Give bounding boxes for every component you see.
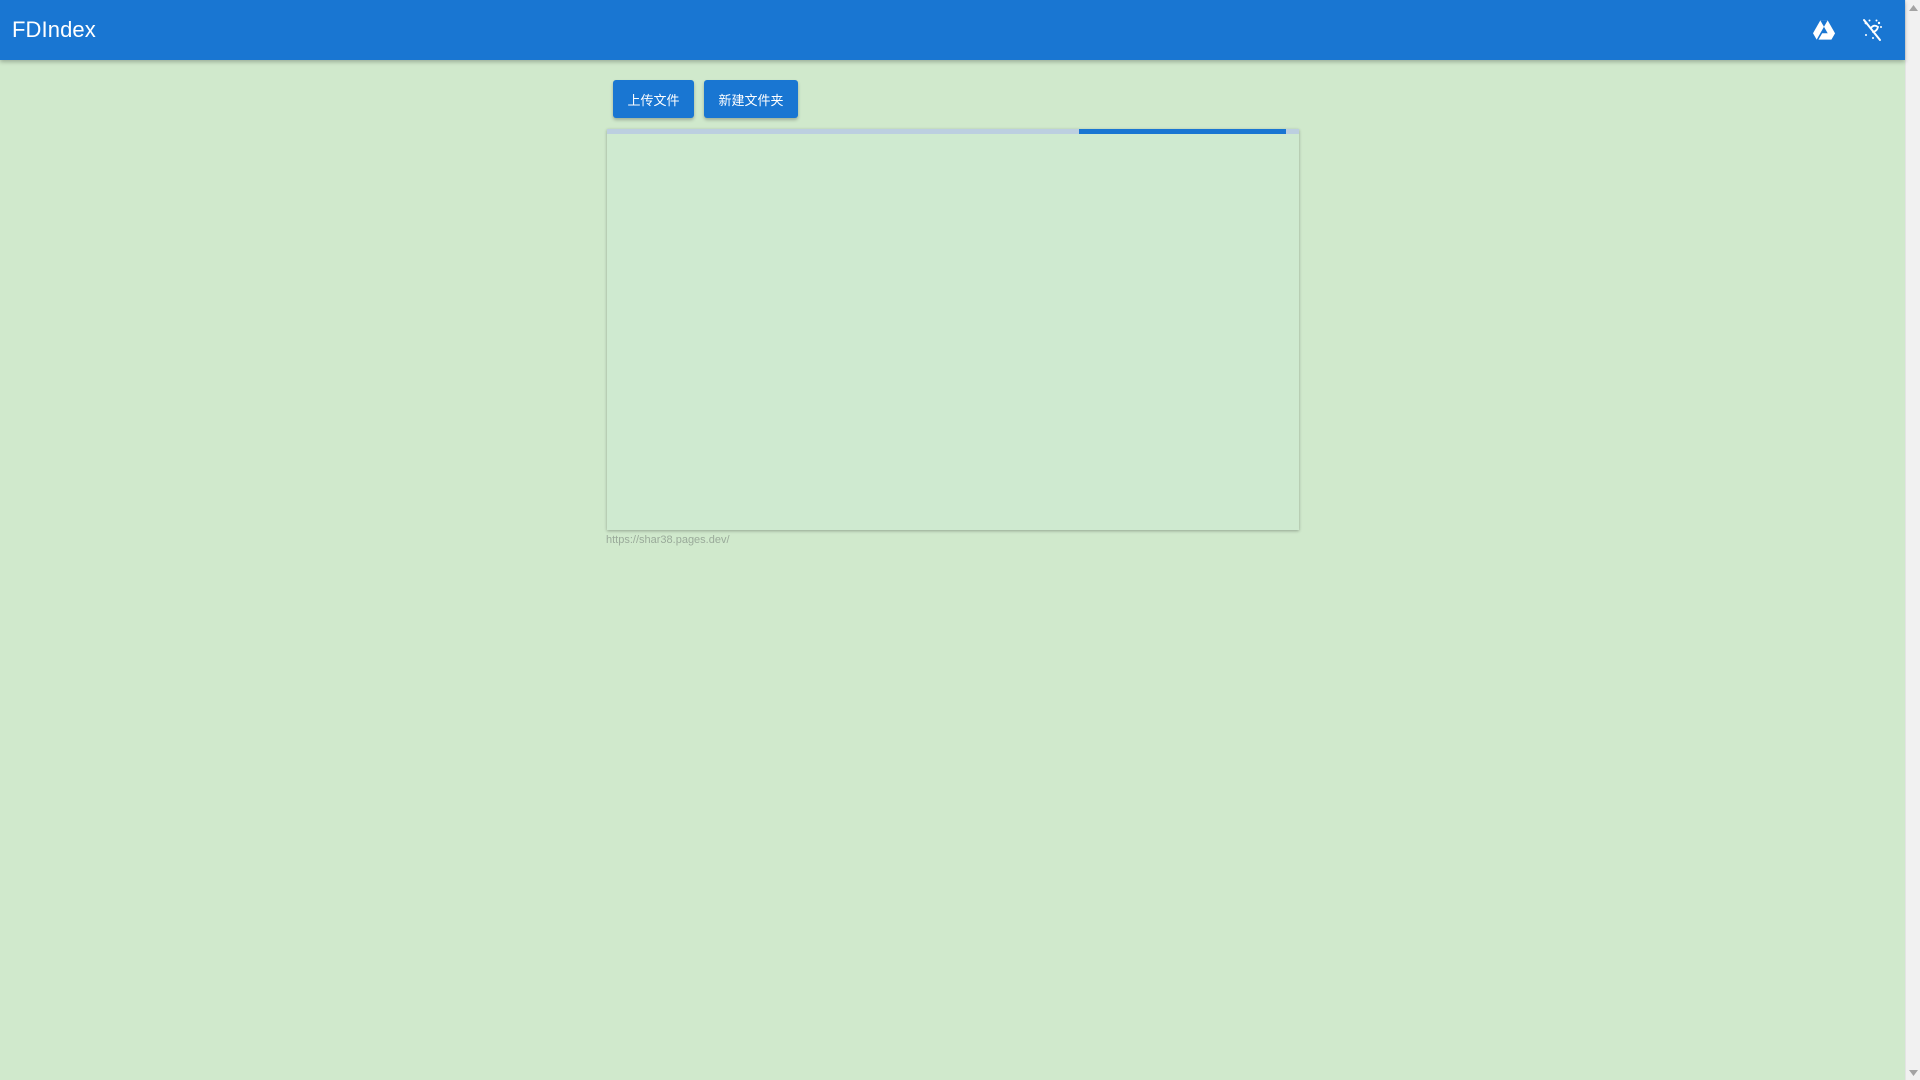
app-title[interactable]: FDIndex [12,0,96,60]
upload-file-button[interactable]: 上传文件 [613,80,694,118]
loading-progress-bar [1079,129,1286,134]
theme-toggle-icon[interactable] [1856,14,1888,46]
action-toolbar: 上传文件 新建文件夹 [613,80,798,118]
page-scrollbar[interactable] [1905,0,1920,1080]
scroll-down-arrow-icon[interactable] [1906,1065,1920,1080]
loading-progress-track [607,129,1299,134]
new-folder-button[interactable]: 新建文件夹 [704,80,798,118]
app-bar: FDIndex [0,0,1905,60]
footer-site-link[interactable]: https://shar38.pages.dev/ [606,534,730,546]
google-drive-icon[interactable] [1808,14,1840,46]
file-list-panel [607,129,1299,530]
scroll-up-arrow-icon[interactable] [1906,0,1920,15]
